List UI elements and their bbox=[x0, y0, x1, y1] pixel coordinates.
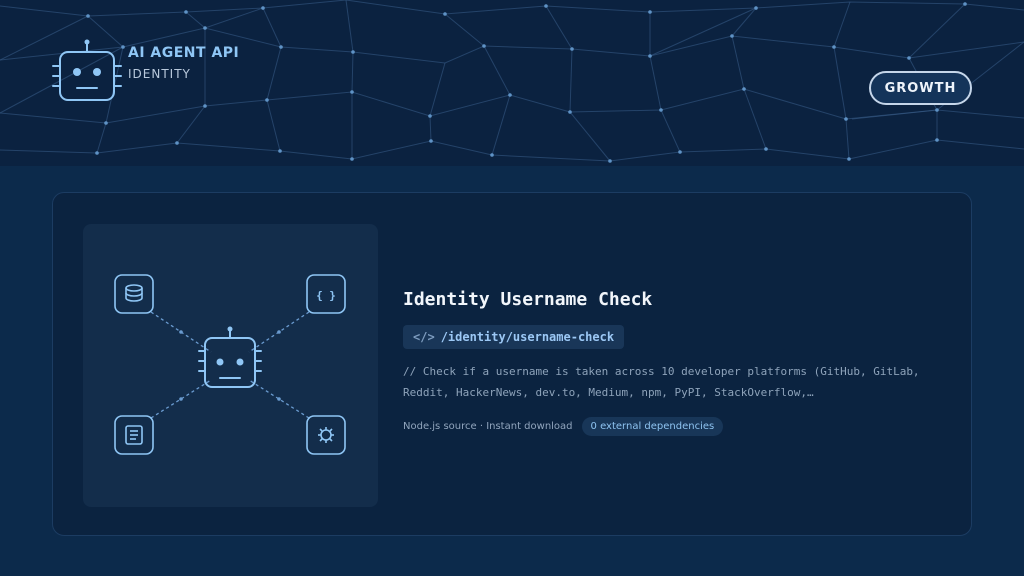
brand: AI AGENT API IDENTITY bbox=[50, 38, 250, 104]
code-icon: </> bbox=[413, 330, 435, 344]
product-card[interactable]: { } Identity Username Check </> /identit… bbox=[52, 192, 972, 536]
database-icon bbox=[114, 274, 154, 314]
product-content: Identity Username Check </> /identity/us… bbox=[403, 289, 948, 436]
product-title[interactable]: Identity Username Check bbox=[403, 289, 948, 310]
endpoint-chip[interactable]: </> /identity/username-check bbox=[403, 325, 625, 349]
code-braces-icon: { } bbox=[306, 274, 346, 314]
product-illustration: { } bbox=[83, 224, 378, 507]
source-info: Node.js source · Instant download bbox=[403, 421, 573, 432]
description-line: Reddit, HackerNews, dev.to, Medium, npm,… bbox=[403, 386, 814, 399]
brand-subtitle: IDENTITY bbox=[128, 67, 191, 81]
product-description: // Check if a username is taken across 1… bbox=[403, 361, 948, 403]
product-meta: Node.js source · Instant download 0 exte… bbox=[403, 417, 948, 436]
description-line: // Check if a username is taken across 1… bbox=[403, 365, 920, 378]
endpoint-path: /identity/username-check bbox=[440, 330, 615, 344]
document-icon bbox=[114, 415, 154, 455]
category-badge[interactable]: GROWTH bbox=[869, 71, 972, 105]
network-hub-icon bbox=[306, 415, 346, 455]
dependencies-badge: 0 external dependencies bbox=[581, 417, 724, 436]
header-banner: AI AGENT API IDENTITY GROWTH bbox=[0, 0, 1024, 166]
svg-text:{ }: { } bbox=[316, 289, 336, 302]
robot-icon bbox=[198, 326, 262, 388]
brand-title: AI AGENT API bbox=[128, 45, 240, 61]
robot-icon bbox=[52, 39, 122, 101]
network-illustration: { } bbox=[114, 274, 346, 455]
